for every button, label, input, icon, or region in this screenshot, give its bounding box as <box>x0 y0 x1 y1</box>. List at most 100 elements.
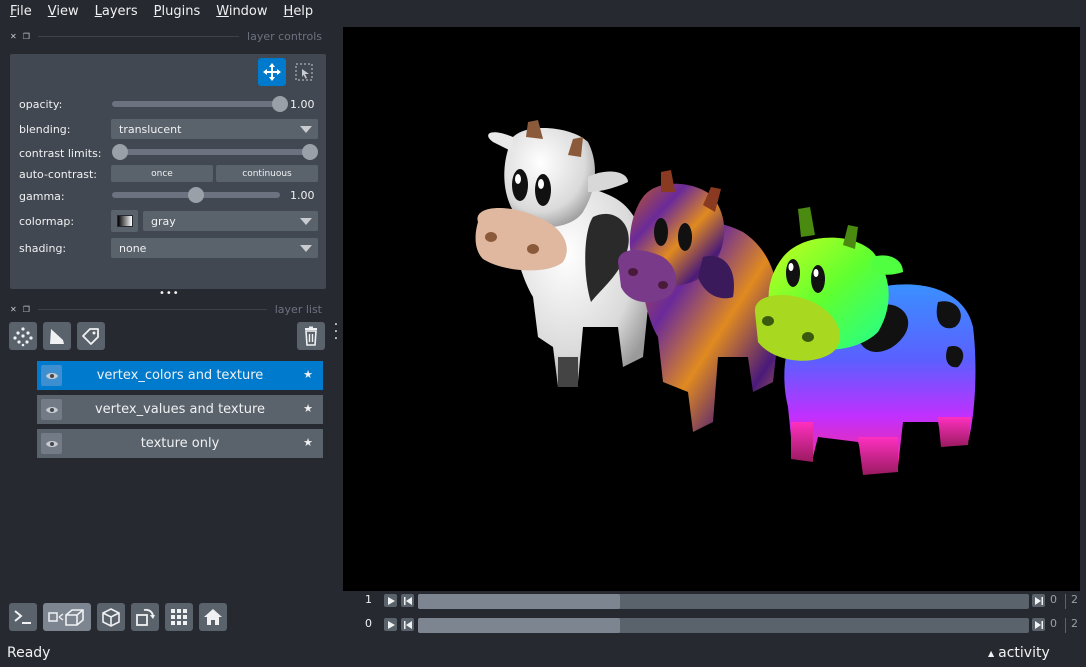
play-button[interactable] <box>384 618 397 631</box>
menu-help[interactable]: Help <box>276 0 322 24</box>
dock-splitter-handle[interactable]: ••• <box>159 289 179 299</box>
transform-button[interactable] <box>290 58 318 86</box>
contrast-low-handle[interactable] <box>112 144 128 160</box>
visibility-toggle[interactable] <box>41 365 62 386</box>
menu-layers[interactable]: Layers <box>87 0 146 24</box>
shading-select[interactable]: none <box>111 238 318 258</box>
layer-name[interactable]: vertex_colors and texture <box>67 368 293 383</box>
contrast-limits-slider[interactable] <box>120 149 310 155</box>
reset-view-button[interactable] <box>199 603 227 631</box>
grid-icon <box>171 609 187 625</box>
auto-contrast-continuous-button[interactable]: continuous <box>216 165 318 182</box>
visibility-toggle[interactable] <box>41 399 62 420</box>
new-points-layer-button[interactable] <box>9 322 37 350</box>
dim-max-value: 2 <box>1071 617 1078 630</box>
tag-icon <box>82 328 99 345</box>
play-icon <box>387 620 395 629</box>
shading-value: none <box>119 241 147 255</box>
cube-icon <box>102 608 120 627</box>
points-icon <box>13 327 33 347</box>
status-message: Ready <box>7 645 51 661</box>
shading-label: shading: <box>19 241 67 255</box>
float-dock-icon[interactable]: ❐ <box>23 32 30 41</box>
skip-end-icon <box>1034 596 1043 605</box>
layer-name[interactable]: vertex_values and texture <box>67 402 293 417</box>
transpose-dimensions-button[interactable] <box>131 603 159 631</box>
new-labels-layer-button[interactable] <box>77 322 105 350</box>
opacity-slider-handle[interactable] <box>272 96 288 112</box>
dim-slider-row: 0 0 2 <box>343 615 1086 635</box>
contrast-limits-label: contrast limits: <box>19 146 102 160</box>
menu-plugins[interactable]: Plugins <box>146 0 209 24</box>
last-frame-button[interactable] <box>1032 618 1045 631</box>
menu-file[interactable]: File <box>2 0 40 24</box>
skip-start-icon <box>403 620 412 629</box>
menu-mnemonic: W <box>216 4 229 19</box>
menu-label-rest: ile <box>16 4 32 19</box>
console-button[interactable] <box>9 603 37 631</box>
play-button[interactable] <box>384 594 397 607</box>
blending-select[interactable]: translucent <box>111 119 318 139</box>
grid-view-button[interactable] <box>165 603 193 631</box>
polygon-icon <box>50 329 64 344</box>
contrast-high-handle[interactable] <box>302 144 318 160</box>
auto-contrast-once-button[interactable]: once <box>111 165 213 182</box>
colormap-gradient-icon <box>116 215 133 227</box>
textured-cow <box>618 170 780 432</box>
dim-slider-track[interactable] <box>418 618 1029 633</box>
chevron-down-icon <box>300 126 312 133</box>
new-shapes-layer-button[interactable] <box>43 322 71 350</box>
close-dock-icon[interactable]: ✕ <box>10 32 17 41</box>
menu-label-rest: indow <box>228 4 268 19</box>
dim-separator <box>1065 594 1066 609</box>
first-frame-button[interactable] <box>401 594 414 607</box>
layer-row[interactable]: vertex_colors and texture ★ <box>37 361 323 390</box>
gamma-row: gamma: <box>19 186 65 206</box>
gamma-value: 1.00 <box>290 189 315 202</box>
cow-meshes-render <box>475 120 976 475</box>
home-icon <box>204 609 222 625</box>
dim-separator <box>1065 618 1066 633</box>
visibility-toggle[interactable] <box>41 433 62 454</box>
colormap-select[interactable]: gray <box>143 211 318 231</box>
dim-slider-handle[interactable] <box>418 594 620 609</box>
transform-select-icon <box>295 63 313 81</box>
dim-slider-track[interactable] <box>418 594 1029 609</box>
close-dock-icon[interactable]: ✕ <box>10 305 17 314</box>
caret-up-icon: ▲ <box>988 648 995 658</box>
colormap-preview[interactable] <box>111 210 138 232</box>
dim-slider-handle[interactable] <box>418 618 620 633</box>
first-frame-button[interactable] <box>401 618 414 631</box>
dim-current-value[interactable]: 0 <box>1050 617 1057 630</box>
dock-buttons: ✕ ❐ <box>10 32 30 41</box>
menu-mnemonic: H <box>283 4 294 19</box>
activity-toggle[interactable]: ▲ activity <box>988 645 1050 661</box>
opacity-slider[interactable] <box>112 101 280 107</box>
menu-label-rest: elp <box>293 4 314 19</box>
terminal-icon <box>14 610 31 624</box>
auto-contrast-row: auto-contrast: <box>19 164 97 184</box>
pan-zoom-button[interactable] <box>258 58 286 86</box>
menu-mnemonic: L <box>94 4 102 19</box>
ndisplay-button[interactable] <box>43 603 91 631</box>
menu-label-rest: lugins <box>161 4 201 19</box>
layer-row[interactable]: vertex_values and texture ★ <box>37 395 323 424</box>
menu-window[interactable]: Window <box>208 0 275 24</box>
gamma-slider-handle[interactable] <box>188 187 204 203</box>
viewer-canvas[interactable] <box>343 27 1080 591</box>
float-dock-icon[interactable]: ❐ <box>23 305 30 314</box>
roll-dimensions-button[interactable] <box>97 603 125 631</box>
menu-label-rest: iew <box>56 4 79 19</box>
dim-slider-row: 1 0 2 <box>343 591 1086 611</box>
chevron-down-icon <box>300 218 312 225</box>
layer-name[interactable]: texture only <box>67 436 293 451</box>
layer-row[interactable]: texture only ★ <box>37 429 323 458</box>
menu-view[interactable]: View <box>40 0 87 24</box>
opacity-value: 1.00 <box>290 98 315 111</box>
trash-icon <box>305 326 317 346</box>
colormap-label: colormap: <box>19 214 75 228</box>
delete-layer-button[interactable] <box>297 322 325 350</box>
layer-list-menu-handle[interactable]: · · · <box>333 318 339 346</box>
dim-current-value[interactable]: 0 <box>1050 593 1057 606</box>
last-frame-button[interactable] <box>1032 594 1045 607</box>
